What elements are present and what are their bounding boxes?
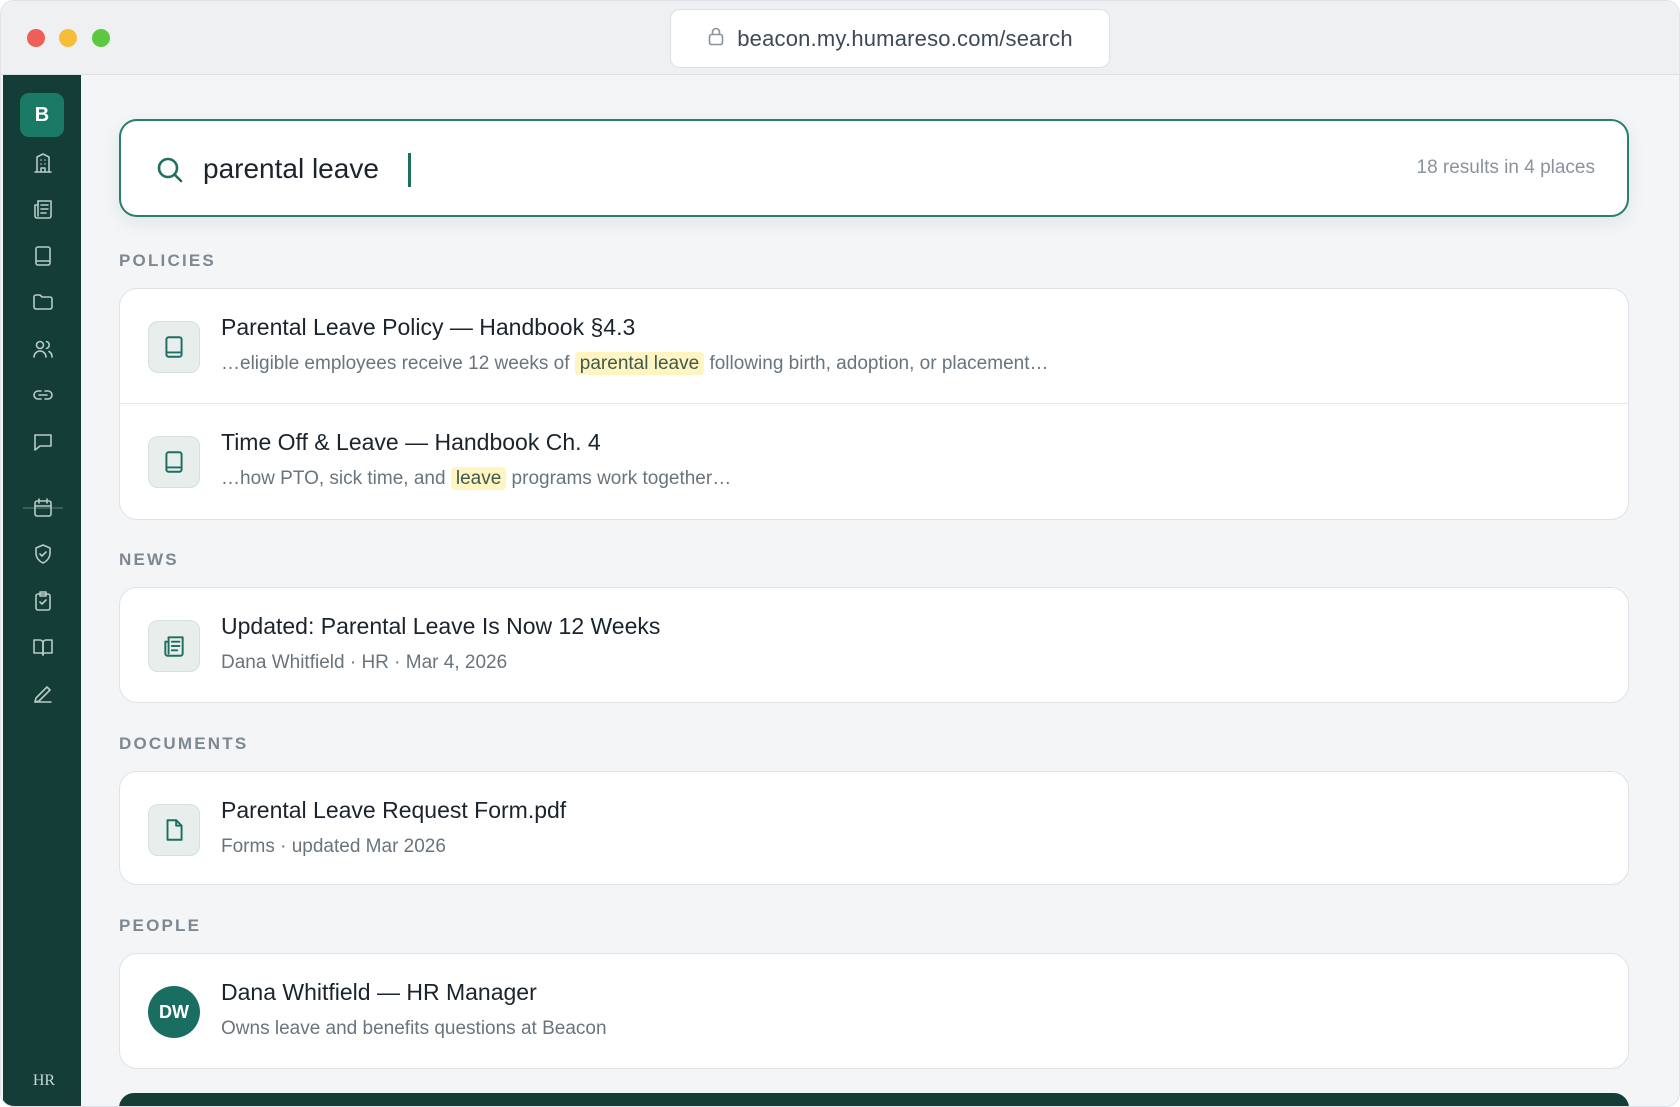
search-highlight: parental leave xyxy=(574,352,705,375)
section-label-people: PEOPLE xyxy=(119,916,202,935)
lock-icon xyxy=(707,26,725,52)
newspaper-icon xyxy=(34,200,52,219)
maximize-window-button[interactable] xyxy=(92,29,110,47)
sidebar-item-learning[interactable] xyxy=(27,631,59,663)
result-row-policy[interactable]: Time Off & Leave — Handbook Ch. 4 …how P… xyxy=(120,403,1628,517)
result-row-policy[interactable]: Parental Leave Policy — Handbook §4.3 …e… xyxy=(120,289,1628,403)
sidebar-item-tasks[interactable] xyxy=(27,585,59,617)
chat-icon xyxy=(34,434,52,451)
result-snippet: …eligible employees receive 12 weeks of … xyxy=(221,352,1049,375)
people-icon xyxy=(33,340,53,358)
newspaper-icon xyxy=(148,620,200,672)
sidebar-item-links[interactable] xyxy=(27,379,59,411)
shield-check-icon xyxy=(35,544,51,564)
sidebar-item-company[interactable] xyxy=(27,147,59,179)
sidebar-item-calendar[interactable] xyxy=(27,492,59,524)
result-count: 18 results in 4 places xyxy=(1416,157,1596,178)
bottom-action-bar xyxy=(119,1093,1629,1106)
book-icon xyxy=(148,436,200,488)
result-row-news[interactable]: Updated: Parental Leave Is Now 12 Weeks … xyxy=(120,588,1628,702)
address-bar-url: beacon.my.humareso.com/search xyxy=(737,25,1073,51)
file-icon xyxy=(148,804,200,856)
hr-brand-mark: HR xyxy=(32,1072,56,1089)
documents-card: Parental Leave Request Form.pdf Forms · … xyxy=(119,771,1629,885)
sidebar-item-people[interactable] xyxy=(27,333,59,365)
sidebar-item-handbook[interactable] xyxy=(27,240,59,272)
search-box[interactable]: parental leave 18 results in 4 places xyxy=(119,119,1629,217)
pen-icon xyxy=(34,686,52,703)
section-label-news: NEWS xyxy=(119,550,179,569)
policies-card: Parental Leave Policy — Handbook §4.3 …e… xyxy=(119,288,1629,520)
open-book-icon xyxy=(33,639,53,656)
browser-window: beacon.my.humareso.com/search B HR paren… xyxy=(0,0,1680,1107)
section-label-policies: POLICIES xyxy=(119,251,216,270)
search-highlight: leave xyxy=(450,467,507,490)
avatar: DW xyxy=(148,986,200,1038)
sidebar: B HR xyxy=(3,75,81,1106)
sidebar-item-messages[interactable] xyxy=(27,426,59,458)
result-title: Updated: Parental Leave Is Now 12 Weeks xyxy=(221,613,661,639)
result-meta: Forms · updated Mar 2026 xyxy=(221,836,446,857)
result-snippet: …how PTO, sick time, and leave programs … xyxy=(221,467,732,490)
address-bar[interactable]: beacon.my.humareso.com/search xyxy=(670,9,1110,68)
app-logo[interactable]: B xyxy=(20,93,64,137)
result-title: Parental Leave Policy — Handbook §4.3 xyxy=(221,314,636,340)
search-icon xyxy=(155,155,185,185)
link-icon xyxy=(33,390,53,400)
result-title: Dana Whitfield — HR Manager xyxy=(221,979,537,1005)
browser-titlebar: beacon.my.humareso.com/search xyxy=(1,1,1679,75)
calendar-icon xyxy=(34,498,52,517)
book-icon xyxy=(35,246,51,266)
result-row-person[interactable]: DW Dana Whitfield — HR Manager Owns leav… xyxy=(120,954,1628,1068)
result-title: Time Off & Leave — Handbook Ch. 4 xyxy=(221,429,601,455)
result-title: Parental Leave Request Form.pdf xyxy=(221,797,567,823)
result-meta: Owns leave and benefits questions at Bea… xyxy=(221,1018,607,1039)
result-row-document[interactable]: Parental Leave Request Form.pdf Forms · … xyxy=(120,772,1628,886)
clipboard-check-icon xyxy=(35,591,51,611)
section-label-documents: DOCUMENTS xyxy=(119,734,249,753)
sidebar-item-signatures[interactable] xyxy=(27,678,59,710)
sidebar-item-news[interactable] xyxy=(27,193,59,225)
text-caret xyxy=(408,153,411,187)
building-icon xyxy=(34,153,52,173)
folder-icon xyxy=(33,294,53,310)
sidebar-item-documents[interactable] xyxy=(27,286,59,318)
book-icon xyxy=(148,321,200,373)
close-window-button[interactable] xyxy=(27,29,45,47)
news-card: Updated: Parental Leave Is Now 12 Weeks … xyxy=(119,587,1629,703)
people-card: DW Dana Whitfield — HR Manager Owns leav… xyxy=(119,953,1629,1069)
result-meta: Dana Whitfield · HR · Mar 4, 2026 xyxy=(221,652,508,673)
search-input[interactable]: parental leave xyxy=(203,149,379,189)
sidebar-item-compliance[interactable] xyxy=(27,538,59,570)
minimize-window-button[interactable] xyxy=(59,29,77,47)
